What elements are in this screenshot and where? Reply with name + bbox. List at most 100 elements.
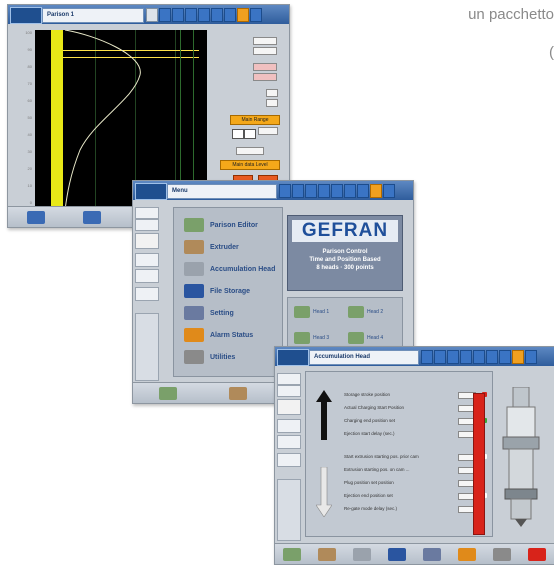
head-data-panel: Storage stroke position Actual Charging …	[305, 371, 493, 537]
menu-item-accumulation-head[interactable]: Accumulation Head	[184, 262, 275, 276]
head-icon	[348, 306, 364, 318]
toolbar-icon[interactable]	[283, 547, 302, 561]
nav-button[interactable]	[499, 350, 511, 364]
mode-indicator	[232, 129, 244, 139]
nav-button[interactable]	[421, 350, 433, 364]
nav-button[interactable]	[486, 350, 498, 364]
parameter-field[interactable]	[266, 89, 278, 97]
nav-button[interactable]	[357, 184, 369, 198]
head-button[interactable]: Head 4	[348, 332, 383, 344]
parameter-field[interactable]	[258, 127, 278, 135]
nav-button[interactable]	[447, 350, 459, 364]
main-range-button[interactable]: Main Range	[230, 115, 280, 125]
menu-item-extruder[interactable]: Extruder	[184, 240, 239, 254]
parameter-field[interactable]	[253, 47, 277, 55]
tick-label: 30	[27, 149, 32, 154]
parameter-label: Actual Charging Start Position	[344, 405, 405, 410]
toolbar-icon[interactable]	[318, 547, 337, 561]
nav-button[interactable]	[250, 8, 262, 22]
alarm-button[interactable]	[370, 184, 382, 198]
parison-icon	[184, 218, 204, 232]
storage-icon	[184, 284, 204, 298]
tick-label: 40	[27, 132, 32, 137]
nav-button[interactable]	[305, 184, 317, 198]
gefran-logo[interactable]	[10, 7, 42, 24]
brand-line-1: Parison Control	[322, 249, 368, 255]
nav-button[interactable]	[331, 184, 343, 198]
bottom-toolbar	[275, 543, 554, 564]
head-icon	[348, 332, 364, 344]
gefran-logo[interactable]	[135, 183, 167, 200]
toolbar-icon[interactable]	[353, 547, 372, 561]
nav-button[interactable]	[434, 350, 446, 364]
nav-button[interactable]	[198, 8, 210, 22]
title-bar: Accumulation Head	[275, 347, 554, 366]
tick-label: 0	[29, 200, 32, 205]
tick-label: 70	[27, 81, 32, 86]
alarm-button[interactable]	[237, 8, 249, 22]
toolbar-icon[interactable]	[229, 386, 247, 400]
status-block[interactable]	[135, 233, 159, 249]
tick-label: 60	[27, 98, 32, 103]
nav-buttons	[279, 184, 395, 198]
toolbar-icon[interactable]	[27, 210, 46, 224]
parameter-field[interactable]	[266, 99, 278, 107]
nav-button[interactable]	[159, 8, 171, 22]
nav-button[interactable]	[172, 8, 184, 22]
head-icon	[294, 332, 310, 344]
parameter-field[interactable]	[236, 147, 264, 155]
nav-button[interactable]	[185, 8, 197, 22]
status-block	[135, 287, 159, 301]
status-block[interactable]	[277, 399, 301, 415]
accumulation-head-screen: Accumulation Head Storage stroke positio…	[274, 346, 554, 565]
nav-button[interactable]	[383, 184, 395, 198]
nav-button[interactable]	[146, 8, 158, 22]
menu-item-alarm-status[interactable]: Alarm Status	[184, 328, 253, 342]
head-button[interactable]: Head 1	[294, 306, 329, 318]
nav-button[interactable]	[211, 8, 223, 22]
tick-label: 20	[27, 166, 32, 171]
parameter-label: Ejection start delay (sec.)	[344, 431, 395, 436]
parameter-field[interactable]	[253, 37, 277, 45]
nav-button[interactable]	[460, 350, 472, 364]
brand-line-2: Time and Position Based	[309, 257, 381, 263]
toolbar-icon[interactable]	[492, 547, 511, 561]
parameter-label: Ejection end position set	[344, 493, 393, 498]
main-data-level-button[interactable]: Main data Level	[220, 160, 280, 170]
toolbar-icon[interactable]	[83, 210, 102, 224]
parameter-label: Plug position set position	[344, 480, 394, 485]
nav-button[interactable]	[473, 350, 485, 364]
nav-button[interactable]	[279, 184, 291, 198]
head-button[interactable]: Head 2	[348, 306, 383, 318]
parameter-field[interactable]	[253, 63, 277, 71]
menu-item-setting[interactable]: Setting	[184, 306, 234, 320]
menu-panel: Parison Editor Extruder Accumulation Hea…	[173, 207, 283, 377]
extruder-icon	[184, 240, 204, 254]
nav-button[interactable]	[318, 184, 330, 198]
menu-item-file-storage[interactable]: File Storage	[184, 284, 250, 298]
gefran-logo[interactable]	[277, 349, 309, 366]
status-block	[277, 453, 301, 467]
status-block	[277, 435, 301, 449]
nav-button[interactable]	[224, 8, 236, 22]
caption-line-1: un pacchetto	[468, 6, 554, 23]
parameter-field[interactable]	[253, 73, 277, 81]
menu-item-utilities[interactable]: Utilities	[184, 350, 235, 364]
head-button[interactable]: Head 3	[294, 332, 329, 344]
parameter-label: Storage stroke position	[344, 392, 391, 397]
alarm-icon	[184, 328, 204, 342]
utilities-icon	[184, 350, 204, 364]
toolbar-icon[interactable]	[457, 547, 476, 561]
parameter-label: Start extrusion starting pos. prior cam	[344, 454, 419, 459]
nav-button[interactable]	[525, 350, 537, 364]
nav-button[interactable]	[292, 184, 304, 198]
alarm-button[interactable]	[512, 350, 524, 364]
nav-button[interactable]	[344, 184, 356, 198]
toolbar-icon[interactable]	[388, 547, 407, 561]
toolbar-icon[interactable]	[527, 547, 546, 561]
status-block	[277, 385, 301, 397]
menu-item-parison-editor[interactable]: Parison Editor	[184, 218, 258, 232]
toolbar-icon[interactable]	[422, 547, 441, 561]
toolbar-icon[interactable]	[159, 386, 177, 400]
status-block	[135, 207, 159, 219]
